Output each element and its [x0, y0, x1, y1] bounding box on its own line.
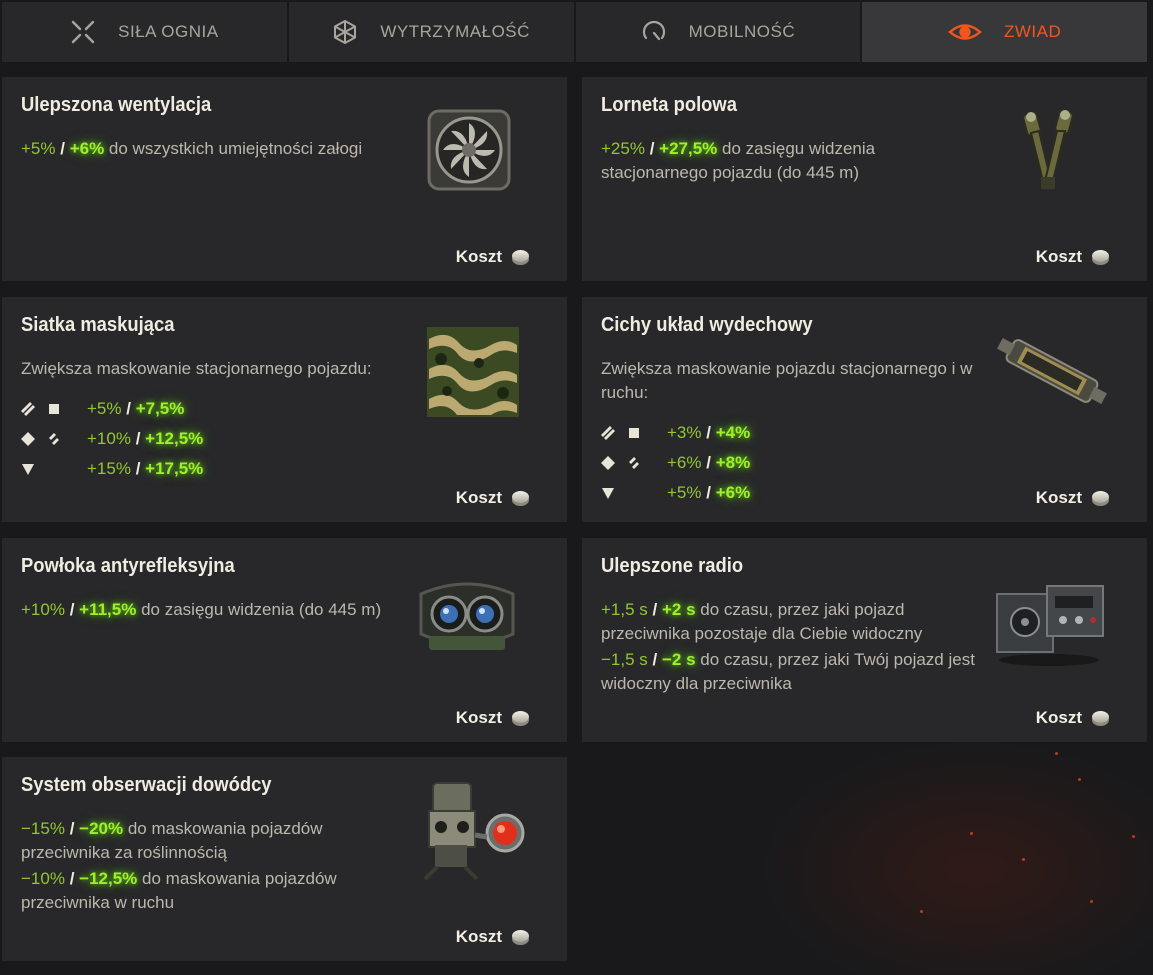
radio-set-image [989, 572, 1109, 672]
medium-tank-icon [21, 432, 35, 446]
class-stats: +5% / +7,5% +10% / +12,5% +15% / +17,5% [21, 394, 203, 484]
card-title: System obserwacji dowódcy [21, 774, 272, 796]
light-tank-icon [21, 402, 35, 416]
card-description: −15% / −20% do maskowania pojazdów przec… [21, 819, 337, 912]
cost-label: Koszt [1036, 247, 1109, 267]
silver-coin-icon [1092, 710, 1109, 723]
stat-row: +5% / +7,5% [21, 394, 203, 424]
tab-label: MOBILNOŚĆ [688, 22, 796, 41]
exhaust-pipe-image [987, 321, 1117, 421]
ventilation-fan-image [407, 101, 527, 201]
tank-destroyer-icon [21, 462, 35, 476]
card-title: Cichy układ wydechowy [601, 314, 813, 336]
cost-label: Koszt [456, 488, 529, 508]
armor-icon [332, 19, 358, 45]
silver-coin-icon [512, 710, 529, 723]
cost-label: Koszt [456, 927, 529, 947]
card-description: +1,5 s / +2 s do czasu, przez jaki pojaz… [601, 600, 975, 693]
stat-row: +10% / +12,5% [21, 424, 203, 454]
equipment-card-coated-optics[interactable]: Powłoka antyrefleksyjna +10% / +11,5% do… [2, 538, 567, 742]
cost-label: Koszt [1036, 488, 1109, 508]
tab-label: WYTRZYMAŁOŚĆ [380, 22, 530, 41]
class-stats: +3% / +4% +6% / +8% +5% / +6% [601, 418, 750, 508]
card-title: Ulepszone radio [601, 555, 744, 577]
equipment-card-commander-vision-system[interactable]: System obserwacji dowódcy −15% / −20% do… [2, 757, 567, 961]
equipment-card-silent-exhaust[interactable]: Cichy układ wydechowy Zwiększa maskowani… [582, 297, 1147, 522]
category-tabs: SIŁA OGNIA WYTRZYMAŁOŚĆ MOBILNOŚĆ ZWIAD [2, 2, 1147, 62]
equipment-card-improved-ventilation[interactable]: Ulepszona wentylacja +5% / +6% do wszyst… [2, 77, 567, 281]
card-description: +10% / +11,5% do zasięgu widzenia (do 44… [21, 600, 382, 619]
card-description: Zwiększa maskowanie pojazdu stacjonarneg… [601, 359, 973, 402]
silver-coin-icon [512, 490, 529, 503]
heavy-tank-icon [47, 402, 61, 416]
medium-tank-icon [601, 456, 615, 470]
silver-coin-icon [1092, 490, 1109, 503]
light-tank-icon [601, 426, 615, 440]
camouflage-net-image [407, 325, 527, 425]
cost-label: Koszt [1036, 708, 1109, 728]
tab-label: ZWIAD [1003, 22, 1062, 41]
stat-row: +5% / +6% [601, 478, 750, 508]
tab-mobility[interactable]: MOBILNOŚĆ [575, 2, 861, 62]
card-description: Zwiększa maskowanie stacjonarnego pojazd… [21, 359, 372, 378]
card-title: Ulepszona wentylacja [21, 94, 212, 116]
tank-destroyer-icon [601, 486, 615, 500]
tab-durability[interactable]: WYTRZYMAŁOŚĆ [288, 2, 574, 62]
tab-label: SIŁA OGNIA [118, 22, 219, 41]
observation-system-image [407, 775, 527, 885]
background-sparks [760, 740, 1153, 975]
equipment-card-improved-radio[interactable]: Ulepszone radio +1,5 s / +2 s do czasu, … [582, 538, 1147, 742]
equipment-card-binocular-telescope[interactable]: Lorneta polowa +25% / +27,5% do zasięgu … [582, 77, 1147, 281]
card-title: Siatka maskująca [21, 314, 175, 336]
card-description: +25% / +27,5% do zasięgu widzenia stacjo… [601, 139, 876, 182]
stat-row: +15% / +17,5% [21, 454, 203, 484]
speedometer-icon [641, 19, 667, 45]
tab-firepower[interactable]: SIŁA OGNIA [2, 2, 287, 62]
stat-row: +3% / +4% [601, 418, 750, 448]
eye-icon [948, 19, 982, 45]
light-tank-icon [627, 456, 641, 470]
binocular-periscope-image [987, 101, 1107, 201]
heavy-tank-icon [627, 426, 641, 440]
optics-lens-image [407, 570, 527, 670]
cost-label: Koszt [456, 247, 529, 267]
crosshair-icon [70, 19, 96, 45]
cost-label: Koszt [456, 708, 529, 728]
silver-coin-icon [1092, 249, 1109, 262]
card-description: +5% / +6% do wszystkich umiejętności zał… [21, 139, 363, 158]
equipment-card-camouflage-net[interactable]: Siatka maskująca Zwiększa maskowanie sta… [2, 297, 567, 522]
silver-coin-icon [512, 929, 529, 942]
silver-coin-icon [512, 249, 529, 262]
card-title: Lorneta polowa [601, 94, 737, 116]
tab-scouting[interactable]: ZWIAD [862, 2, 1147, 62]
light-tank-icon [47, 432, 61, 446]
card-title: Powłoka antyrefleksyjna [21, 555, 235, 577]
stat-row: +6% / +8% [601, 448, 750, 478]
